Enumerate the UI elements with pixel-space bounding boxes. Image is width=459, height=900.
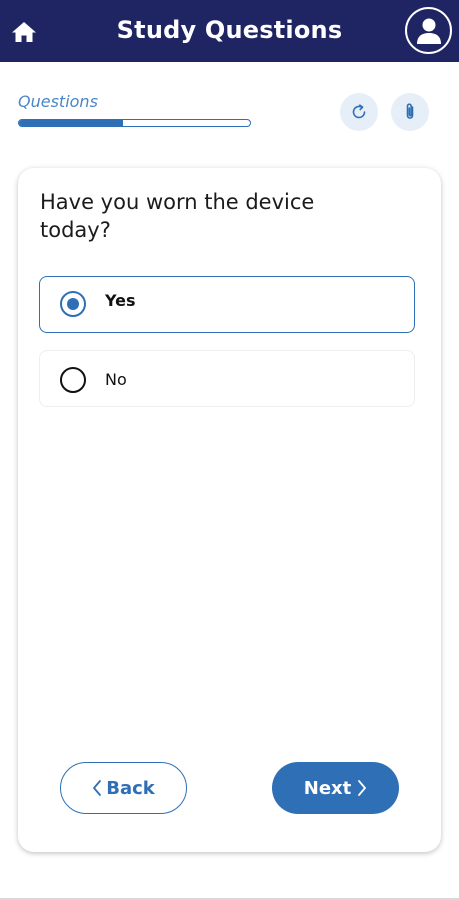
chevron-left-icon <box>92 779 102 797</box>
answer-option-no[interactable]: No <box>39 350 415 407</box>
chevron-right-icon <box>357 779 367 797</box>
question-card: Have you worn the device today? Yes No B… <box>18 168 441 852</box>
page-title: Study Questions <box>116 16 343 44</box>
answer-option-yes[interactable]: Yes <box>39 276 415 333</box>
progress-bar <box>18 119 251 127</box>
profile-button[interactable] <box>405 7 452 54</box>
progress-label: Questions <box>18 92 98 111</box>
radio-dot <box>67 298 79 310</box>
paperclip-icon <box>406 103 414 119</box>
next-button[interactable]: Next <box>272 762 399 814</box>
radio-button-unselected[interactable] <box>60 367 86 393</box>
answer-option-label: No <box>105 370 127 389</box>
refresh-icon <box>352 104 366 119</box>
user-avatar-icon <box>416 18 441 44</box>
progress-bar-fill <box>19 120 123 126</box>
refresh-button[interactable] <box>340 93 378 131</box>
next-button-label: Next <box>303 777 352 799</box>
radio-button-selected[interactable] <box>60 291 86 317</box>
question-text: Have you worn the device today? <box>40 190 315 242</box>
answer-option-label: Yes <box>105 291 136 310</box>
back-button-label: Back <box>106 777 155 799</box>
back-button[interactable]: Back <box>60 762 187 814</box>
app-header: Study Questions <box>0 0 459 62</box>
attachment-button[interactable] <box>391 93 429 131</box>
